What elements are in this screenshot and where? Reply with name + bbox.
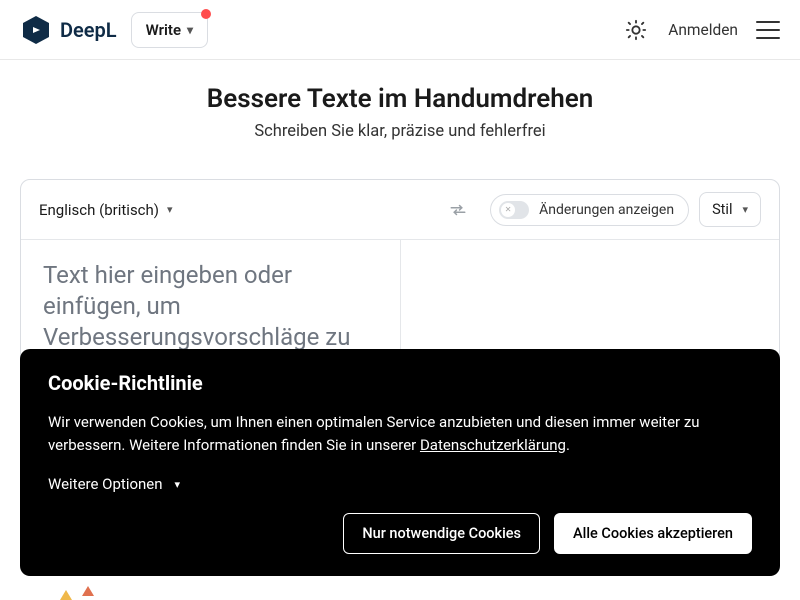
page-title: Bessere Texte im Handumdrehen — [20, 84, 780, 114]
hero-section: Bessere Texte im Handumdrehen Schreiben … — [0, 60, 800, 157]
theme-bulb-button[interactable] — [622, 16, 650, 44]
style-label: Stil — [712, 201, 732, 218]
language-select[interactable]: Englisch (britisch) ▾ — [39, 201, 173, 219]
write-label: Write — [146, 21, 181, 39]
menu-hamburger-button[interactable] — [756, 21, 780, 39]
cookie-actions: Nur notwendige Cookies Alle Cookies akze… — [48, 513, 752, 554]
cookie-text-part1: Wir verwenden Cookies, um Ihnen einen op… — [48, 413, 700, 454]
signin-link[interactable]: Anmelden — [668, 21, 738, 39]
toggle-label: Änderungen anzeigen — [539, 202, 674, 218]
brand-logo[interactable]: DeepL — [20, 14, 117, 46]
write-mode-dropdown[interactable]: Write ▾ — [131, 12, 208, 48]
show-changes-toggle[interactable]: ✕ Änderungen anzeigen — [490, 194, 689, 226]
notification-dot-icon — [201, 9, 211, 19]
privacy-policy-link[interactable]: Datenschutzerklärung — [420, 436, 566, 454]
cookie-title: Cookie-Richtlinie — [48, 371, 752, 395]
language-label: Englisch (britisch) — [39, 201, 159, 219]
cookie-more-options[interactable]: Weitere Optionen ▾ — [48, 475, 752, 493]
corner-decoration — [60, 590, 94, 600]
chevron-down-icon: ▾ — [742, 203, 748, 216]
hamburger-line-icon — [756, 37, 780, 39]
page-subtitle: Schreiben Sie klar, präzise und fehlerfr… — [20, 122, 780, 141]
toggle-knob-icon: ✕ — [501, 203, 515, 217]
brand-name: DeepL — [60, 18, 117, 42]
cookie-banner: Cookie-Richtlinie Wir verwenden Cookies,… — [20, 349, 780, 577]
chevron-down-icon: ▾ — [167, 203, 173, 216]
cookie-text-part2: . — [566, 436, 570, 454]
editor-toolbar: Englisch (britisch) ▾ ✕ Änderungen anzei… — [21, 180, 779, 240]
style-dropdown[interactable]: Stil ▾ — [699, 192, 761, 227]
header-actions: Anmelden — [622, 16, 780, 44]
header-bar: DeepL Write ▾ Anmelden — [0, 0, 800, 60]
swap-languages-button[interactable] — [444, 196, 472, 224]
toggle-track-icon: ✕ — [499, 201, 529, 219]
deepl-logo-icon — [20, 14, 52, 46]
decoration-icon — [60, 590, 72, 600]
hamburger-line-icon — [756, 29, 780, 31]
cookie-more-label: Weitere Optionen — [48, 475, 163, 493]
cookie-necessary-button[interactable]: Nur notwendige Cookies — [343, 513, 540, 554]
decoration-icon — [82, 586, 94, 596]
cookie-text: Wir verwenden Cookies, um Ihnen einen op… — [48, 411, 752, 458]
chevron-down-icon: ▾ — [187, 23, 193, 37]
cookie-accept-button[interactable]: Alle Cookies akzeptieren — [554, 513, 752, 554]
chevron-down-icon: ▾ — [175, 478, 181, 491]
hamburger-line-icon — [756, 21, 780, 23]
